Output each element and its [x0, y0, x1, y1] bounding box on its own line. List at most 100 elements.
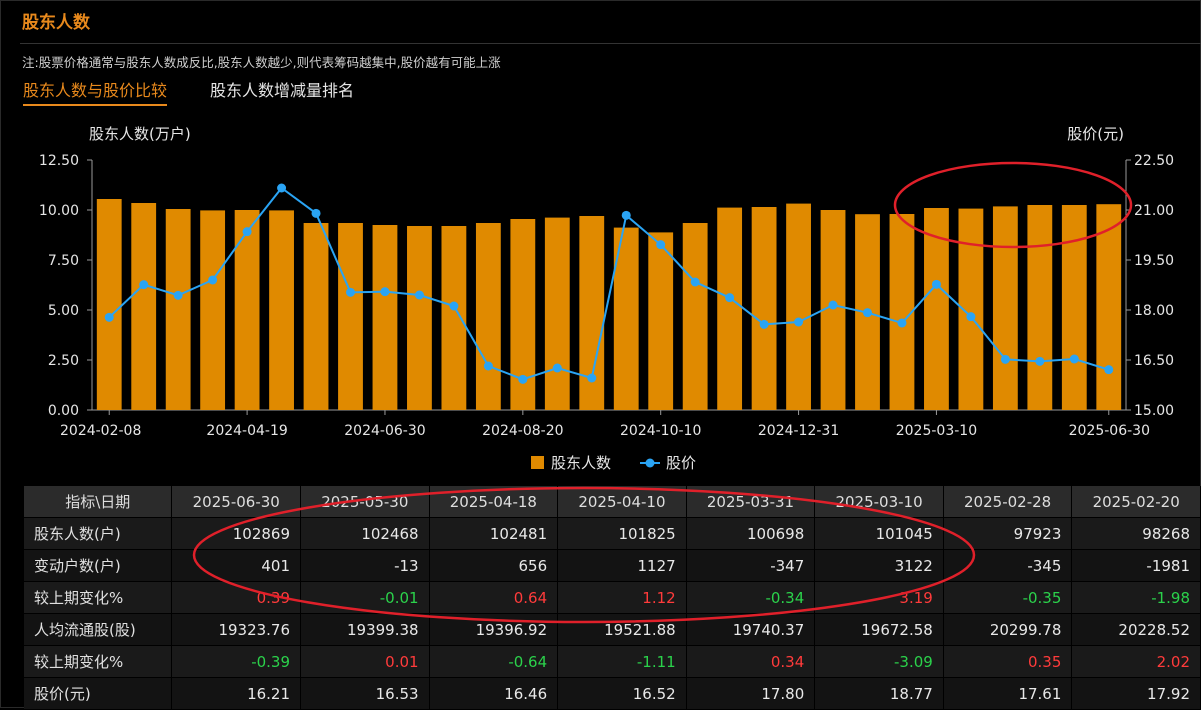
- table-row-label: 较上期变化%: [24, 581, 173, 614]
- x-tick-label: 2025-06-30: [1069, 423, 1150, 439]
- price-point: [1035, 356, 1045, 366]
- price-point: [380, 287, 390, 297]
- y-right-tick-label: 21.00: [1134, 203, 1174, 219]
- table-cell: -0.64: [429, 645, 559, 678]
- table-row-label: 变动户数(户): [24, 549, 173, 582]
- table-cell: -1.11: [557, 645, 687, 678]
- table-cell: 401: [171, 549, 302, 582]
- bar-holders: [1027, 205, 1053, 410]
- table-column-header: 2025-02-28: [943, 486, 1073, 518]
- price-point: [1000, 354, 1010, 364]
- price-point: [242, 227, 252, 237]
- price-point: [277, 183, 287, 193]
- x-tick-label: 2024-12-31: [758, 423, 839, 439]
- x-tick-label: 2025-03-10: [896, 423, 977, 439]
- price-point: [690, 277, 700, 287]
- bar-holders: [544, 217, 570, 410]
- table-cell: 102869: [171, 517, 302, 550]
- table-cell: 19396.92: [429, 613, 559, 646]
- table-cell: -0.39: [171, 645, 302, 678]
- y-left-tick-label: 0.00: [48, 403, 79, 419]
- bar-holders: [96, 199, 122, 410]
- price-point: [483, 361, 493, 371]
- table-cell: 101045: [814, 517, 944, 550]
- y-left-tick-label: 2.50: [48, 353, 79, 369]
- table-cell: 18.77: [814, 677, 944, 710]
- table-cell: -345: [943, 549, 1073, 582]
- table-cell: 16.21: [171, 677, 302, 710]
- price-point: [897, 318, 907, 328]
- price-point: [966, 312, 976, 322]
- y-left-tick-label: 5.00: [48, 303, 79, 319]
- bar-holders: [717, 207, 743, 410]
- table-column-header: 2025-06-30: [171, 486, 302, 518]
- bar-holders: [441, 226, 467, 410]
- table-row: 较上期变化% 0.39 -0.01 0.64 1.12 -0.34 3.19 -0.35 -1.…: [24, 581, 1201, 614]
- table-row: 股价(元) 16.21 16.53 16.46 16.52 17.80 18.77 17.61…: [24, 677, 1201, 710]
- table-row: 变动户数(户) 401 -13 656 1127 -347 3122 -345 -1981: [24, 549, 1201, 582]
- bar-holders: [924, 208, 949, 410]
- bar-holders: [234, 210, 260, 410]
- x-tick-label: 2024-04-19: [206, 423, 287, 439]
- bar-holders: [200, 210, 226, 410]
- table-cell: 0.35: [943, 645, 1073, 678]
- table-cell: 0.39: [171, 581, 302, 614]
- table-cell: -0.01: [300, 581, 430, 614]
- y-right-tick-label: 18.00: [1134, 303, 1174, 319]
- table-cell: 656: [429, 549, 559, 582]
- price-point: [828, 300, 838, 310]
- price-point: [931, 279, 941, 289]
- table-cell: 16.46: [429, 677, 559, 710]
- bar-holders: [648, 232, 674, 410]
- info-note: 注:股票价格通常与股东人数成反比,股东人数越少,则代表筹码越集中,股价越有可能上…: [22, 55, 501, 70]
- table-column-header: 2025-04-18: [429, 486, 559, 518]
- y-left-tick-label: 7.50: [48, 253, 79, 269]
- table-row-label: 股东人数(户): [24, 517, 173, 550]
- bar-holders: [786, 203, 811, 410]
- table-cell: 101825: [557, 517, 687, 550]
- bar-holders: [131, 203, 157, 410]
- table-cell: 1.12: [557, 581, 687, 614]
- table-cell: -1.98: [1071, 581, 1201, 614]
- tab-holder-change-ranking[interactable]: 股东人数增减量排名: [210, 77, 354, 101]
- table-column-header: 2025-02-20: [1071, 486, 1201, 518]
- table-corner-header: 指标\日期: [24, 486, 173, 518]
- bar-holders: [1061, 205, 1087, 410]
- header-divider: [20, 43, 1201, 44]
- x-tick-label: 2024-02-08: [60, 423, 141, 439]
- legend-swatch-holders: [531, 456, 544, 469]
- bar-holders: [682, 223, 708, 410]
- price-point: [621, 210, 631, 220]
- tab-holder-vs-price[interactable]: 股东人数与股价比较: [23, 77, 168, 106]
- table-column-header: 2025-05-30: [300, 486, 430, 518]
- table-cell: 17.92: [1071, 677, 1201, 710]
- table-cell: 16.52: [557, 677, 687, 710]
- y-right-tick-label: 22.50: [1134, 153, 1174, 169]
- table-row-label: 股价(元): [24, 677, 173, 710]
- price-point: [552, 363, 562, 373]
- legend-label-holders: 股东人数: [551, 454, 611, 472]
- y-right-axis-label: 股价(元): [1067, 125, 1124, 143]
- table-cell: -3.09: [814, 645, 944, 678]
- table-cell: 102468: [300, 517, 430, 550]
- price-point: [414, 290, 424, 300]
- panel-title: 股东人数: [22, 13, 90, 33]
- table-cell: 102481: [429, 517, 559, 550]
- price-point: [863, 308, 872, 318]
- price-point: [1104, 365, 1114, 375]
- table-cell: 17.61: [943, 677, 1073, 710]
- price-point: [346, 287, 355, 297]
- table-cell: 19399.38: [300, 613, 430, 646]
- bar-holders: [165, 209, 191, 410]
- table-cell: 19672.58: [814, 613, 944, 646]
- table-cell: 2.02: [1071, 645, 1201, 678]
- holder-price-chart: 股东人数(万户) 股价(元) 0.00 2.50 5.00 7.50 10.00 12.50 1…: [39, 125, 1174, 472]
- table-cell: 0.01: [300, 645, 430, 678]
- bar-holders: [269, 210, 294, 410]
- price-point: [139, 280, 149, 290]
- price-point: [449, 301, 459, 311]
- table-cell: 19521.88: [557, 613, 687, 646]
- table-cell: 20299.78: [943, 613, 1073, 646]
- table-cell: -347: [686, 549, 816, 582]
- legend-marker-price: [645, 458, 655, 468]
